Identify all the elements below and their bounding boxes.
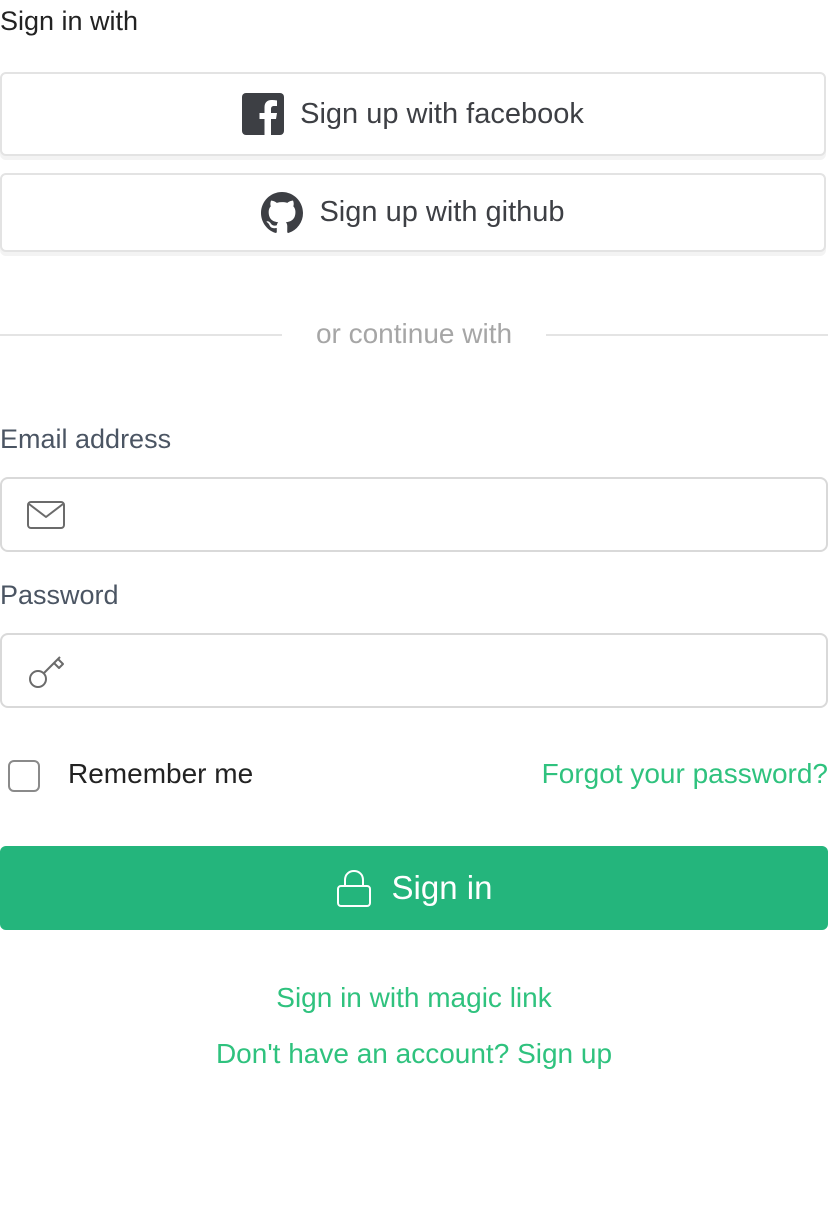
facebook-signup-button[interactable]: Sign up with facebook [0,72,826,156]
github-signup-button[interactable]: Sign up with github [0,173,826,252]
remember-me-label: Remember me [68,758,254,789]
facebook-signup-label: Sign up with facebook [300,97,584,130]
password-label: Password [0,580,119,610]
github-signup-label: Sign up with github [319,196,565,228]
github-icon [261,191,304,234]
sign-in-button[interactable]: Sign in [0,846,828,930]
sign-in-page: Sign in with Sign up with facebook Sign … [0,0,828,1206]
mail-icon [26,495,66,535]
forgot-password-link[interactable]: Forgot your password? [542,758,828,790]
email-input[interactable] [82,483,810,546]
facebook-icon [242,93,285,135]
email-label: Email address [0,424,172,454]
email-field-box[interactable] [0,477,828,552]
divider-text: or continue with [315,318,513,349]
key-icon [26,651,66,691]
password-input[interactable] [82,639,810,702]
remember-row: Remember me Forgot your password? [0,756,828,800]
password-field-box[interactable] [0,633,828,708]
sign-in-heading: Sign in with [0,6,139,36]
remember-me-checkbox[interactable] [8,760,40,792]
sign-in-label: Sign in [391,869,493,906]
divider-line-left [0,334,282,336]
magic-link[interactable]: Sign in with magic link [0,982,828,1014]
lock-icon [336,868,372,908]
sign-up-link[interactable]: Don't have an account? Sign up [0,1038,828,1070]
divider-line-right [546,334,828,336]
